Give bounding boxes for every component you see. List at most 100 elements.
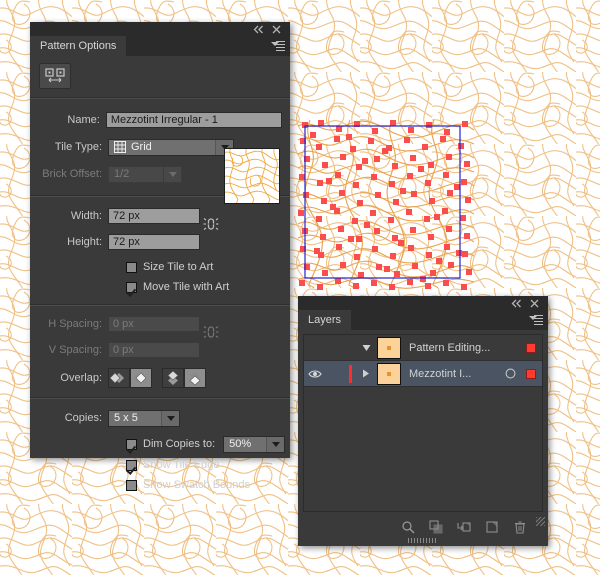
create-new-layer-icon[interactable]	[484, 520, 499, 535]
artwork-paths-and-anchors	[297, 119, 475, 290]
pattern-options-titlebar[interactable]	[30, 22, 290, 36]
pattern-tile-artwork[interactable]	[296, 118, 476, 290]
brick-offset-label: Brick Offset:	[42, 168, 102, 180]
copies-row: Copies: 5 x 5	[30, 407, 290, 429]
panel-menu-icon[interactable]	[271, 40, 285, 52]
overlap-row: Overlap:	[30, 367, 290, 389]
chevron-down-icon	[163, 166, 181, 182]
move-tile-with-art-checkbox[interactable]	[126, 281, 137, 293]
layers-list[interactable]: Pattern Editing... Mezzotint I...	[303, 334, 543, 512]
width-label: Width:	[70, 210, 102, 222]
dim-copies-row[interactable]: Dim Copies to: 50%	[30, 433, 290, 455]
v-spacing-label: V Spacing:	[48, 344, 102, 356]
chevron-down-icon[interactable]	[161, 410, 179, 426]
create-new-sublayer-icon[interactable]	[456, 520, 471, 535]
close-icon[interactable]	[270, 24, 282, 35]
dim-copies-value: 50%	[229, 438, 252, 450]
h-spacing-label: H Spacing:	[48, 318, 102, 330]
size-tile-to-art-checkbox[interactable]	[126, 261, 137, 273]
overlap-bottom-in-front-button[interactable]	[184, 368, 206, 388]
tab-layers-label: Layers	[308, 314, 342, 326]
tile-type-value: Grid	[131, 141, 152, 153]
overlap-right-in-front-button[interactable]	[130, 368, 152, 388]
disclosure-triangle-collapsed-icon[interactable]	[355, 369, 377, 378]
copies-label: Copies:	[64, 412, 102, 424]
delete-selection-icon[interactable]	[512, 520, 527, 535]
close-icon[interactable]	[528, 298, 540, 309]
overlap-horizontal-group[interactable]	[108, 368, 152, 388]
tabstrip-filler	[126, 36, 290, 56]
table-row[interactable]: Pattern Editing...	[304, 335, 542, 361]
height-row: Height: 72 px	[30, 218, 290, 253]
layer-thumbnail	[377, 336, 401, 359]
layer-thumbnail	[377, 362, 401, 385]
layer-color-bar	[346, 364, 355, 383]
layers-panel[interactable]: Layers Pattern Editing... Mezzotint I...	[298, 296, 548, 546]
show-tile-edge-row[interactable]: Show Tile Edge	[30, 455, 290, 475]
show-tile-edge-label: Show Tile Edge	[143, 459, 220, 471]
copies-value: 5 x 5	[114, 412, 138, 424]
anchor-points	[298, 120, 472, 290]
collapse-double-chevron-icon[interactable]	[510, 298, 522, 309]
tile-type-select[interactable]: Grid	[108, 138, 234, 156]
panel-menu-icon[interactable]	[529, 314, 543, 326]
disclosure-triangle-expanded-icon[interactable]	[355, 344, 377, 352]
height-label: Height:	[67, 236, 102, 248]
move-tile-with-art-label: Move Tile with Art	[143, 281, 230, 293]
h-spacing-input: 0 px	[108, 316, 200, 332]
collapse-double-chevron-icon[interactable]	[252, 24, 264, 35]
show-swatch-bounds-row[interactable]: Show Swatch Bounds	[30, 475, 290, 495]
target-indicator[interactable]	[500, 368, 520, 379]
height-input[interactable]: 72 px	[108, 234, 200, 250]
layers-tabstrip[interactable]: Layers	[298, 310, 548, 330]
divider	[30, 97, 290, 99]
panel-drag-grip[interactable]	[408, 538, 438, 543]
show-swatch-bounds-checkbox[interactable]	[126, 479, 137, 491]
constrain-proportions-link-icon[interactable]	[202, 215, 220, 233]
name-label: Name:	[67, 114, 100, 126]
size-tile-to-art-row[interactable]: Size Tile to Art	[30, 257, 290, 277]
overlap-top-in-front-button[interactable]	[162, 368, 184, 388]
copies-select[interactable]: 5 x 5	[108, 409, 180, 427]
tile-preview-swatch	[224, 148, 280, 204]
tab-pattern-options[interactable]: Pattern Options	[30, 36, 127, 56]
width-input[interactable]: 72 px	[108, 208, 200, 224]
brick-offset-value: 1/2	[114, 168, 130, 180]
overlap-vertical-group[interactable]	[162, 368, 206, 388]
tabstrip-filler	[351, 310, 548, 330]
selection-square[interactable]	[520, 368, 542, 379]
layers-titlebar[interactable]	[298, 296, 548, 310]
move-tile-with-art-row[interactable]: Move Tile with Art	[30, 277, 290, 297]
width-row: Width: 72 px	[30, 205, 290, 227]
show-tile-edge-checkbox[interactable]	[126, 459, 137, 471]
pattern-options-panel[interactable]: Pattern Options Name: Mezzotint Irregula…	[30, 22, 290, 491]
visibility-toggle[interactable]	[304, 369, 326, 379]
layer-name[interactable]: Pattern Editing...	[409, 342, 500, 354]
grid-icon	[114, 141, 126, 153]
overlap-left-in-front-button[interactable]	[108, 368, 130, 388]
pattern-options-tabstrip[interactable]: Pattern Options	[30, 36, 290, 56]
dim-copies-checkbox[interactable]	[126, 438, 137, 450]
layers-footer-toolbar[interactable]	[303, 512, 543, 540]
table-row[interactable]: Mezzotint I...	[304, 361, 542, 387]
chevron-down-icon[interactable]	[266, 436, 285, 452]
v-spacing-input: 0 px	[108, 342, 200, 358]
size-tile-to-art-label: Size Tile to Art	[143, 261, 214, 273]
v-spacing-row: V Spacing: 0 px	[30, 326, 290, 361]
dim-copies-label: Dim Copies to:	[143, 438, 216, 450]
selection-square[interactable]	[520, 342, 542, 353]
tile-type-label: Tile Type:	[54, 141, 102, 153]
name-input[interactable]: Mezzotint Irregular - 1	[105, 112, 282, 128]
pattern-tile-tool-icon[interactable]	[39, 63, 71, 89]
layer-name[interactable]: Mezzotint I...	[409, 368, 500, 380]
dim-copies-select[interactable]: 50%	[223, 435, 286, 453]
tab-pattern-options-label: Pattern Options	[40, 40, 117, 52]
constrain-spacing-link-icon	[202, 323, 220, 341]
show-swatch-bounds-label: Show Swatch Bounds	[143, 479, 251, 491]
make-clipping-mask-icon[interactable]	[428, 520, 443, 535]
h-spacing-row: H Spacing: 0 px	[30, 313, 290, 335]
divider	[30, 304, 290, 306]
locate-object-icon[interactable]	[400, 520, 415, 535]
panel-resize-grip[interactable]	[536, 517, 545, 526]
tab-layers[interactable]: Layers	[298, 310, 352, 330]
